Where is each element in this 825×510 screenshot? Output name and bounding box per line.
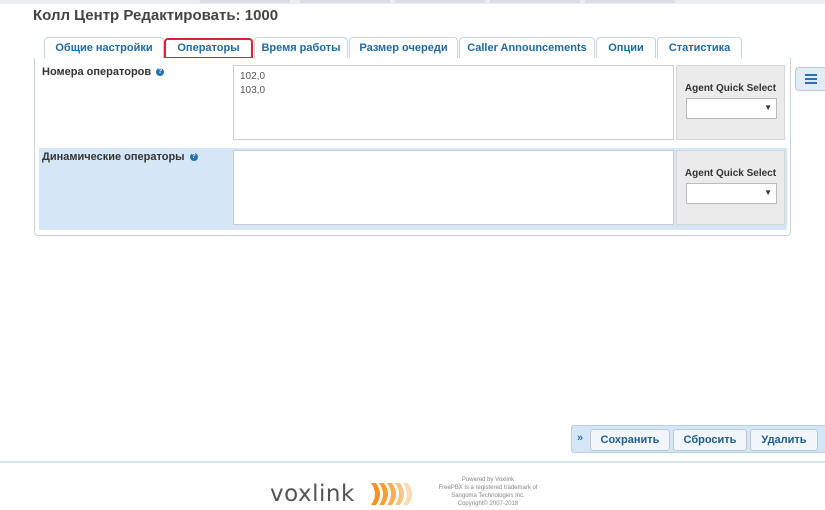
caret-down-icon: ▼: [764, 103, 772, 112]
page-title: Колл Центр Редактировать: 1000: [33, 7, 279, 24]
action-bar: » Сохранить Сбросить Удалить: [571, 425, 825, 453]
trademark-line-2: Sangoma Technologies Inc.: [451, 493, 525, 499]
static-agents-label-text: Номера операторов: [42, 66, 152, 78]
quick-select-label: Agent Quick Select: [684, 168, 777, 179]
agent-quick-select-dropdown[interactable]: ▼: [686, 183, 777, 204]
tab-general-settings[interactable]: Общие настройки: [44, 37, 164, 58]
static-agents-row: Номера операторов? 102,0 103,0 Agent Qui…: [39, 63, 787, 145]
dynamic-agents-label-text: Динамические операторы: [42, 151, 185, 163]
footer-credits: Powered by Voxlink FreePBX is a register…: [428, 476, 548, 508]
static-agents-label: Номера операторов?: [42, 66, 165, 78]
dynamic-agents-label: Динамические операторы?: [42, 151, 198, 163]
agents-panel: Номера операторов? 102,0 103,0 Agent Qui…: [34, 58, 791, 236]
top-bar: [0, 0, 825, 4]
tab-statistics[interactable]: Статистика: [657, 37, 742, 58]
tab-working-hours[interactable]: Время работы: [254, 37, 348, 58]
voxlink-logo-text: voxlink: [270, 481, 355, 507]
caret-down-icon: ▼: [764, 188, 772, 197]
list-icon: [805, 74, 817, 84]
powered-by-text: Powered by Voxlink: [461, 477, 515, 483]
static-agents-quick-select-box: Agent Quick Select ▼: [676, 65, 785, 140]
submit-button[interactable]: Сохранить: [590, 429, 670, 451]
voxlink-logo-icon: [371, 483, 412, 505]
delete-button[interactable]: Удалить: [750, 429, 818, 451]
quick-select-label: Agent Quick Select: [684, 83, 777, 94]
reset-button[interactable]: Сбросить: [673, 429, 747, 451]
help-circle-icon[interactable]: ?: [189, 153, 198, 162]
footer-divider: [0, 461, 825, 463]
dynamic-agents-quick-select-box: Agent Quick Select ▼: [676, 150, 785, 225]
dynamic-agents-row: Динамические операторы? Agent Quick Sele…: [39, 148, 787, 230]
trademark-line-1: FreePBX is a registered trademark of: [438, 485, 538, 491]
help-circle-icon[interactable]: ?: [156, 68, 165, 77]
agent-quick-select-dropdown[interactable]: ▼: [686, 98, 777, 119]
dynamic-agents-textarea[interactable]: [233, 150, 674, 225]
tab-agents[interactable]: Операторы: [164, 38, 253, 59]
double-chevron-right-icon[interactable]: »: [577, 432, 583, 444]
tab-queue-size[interactable]: Размер очереди: [349, 37, 458, 58]
tab-options[interactable]: Опции: [596, 37, 656, 58]
side-menu-button[interactable]: [795, 67, 825, 91]
static-agents-textarea[interactable]: 102,0 103,0: [233, 65, 674, 140]
tab-caller-announcements[interactable]: Caller Announcements: [459, 37, 595, 58]
copyright-text: Copyright© 2007-2018: [457, 501, 519, 507]
